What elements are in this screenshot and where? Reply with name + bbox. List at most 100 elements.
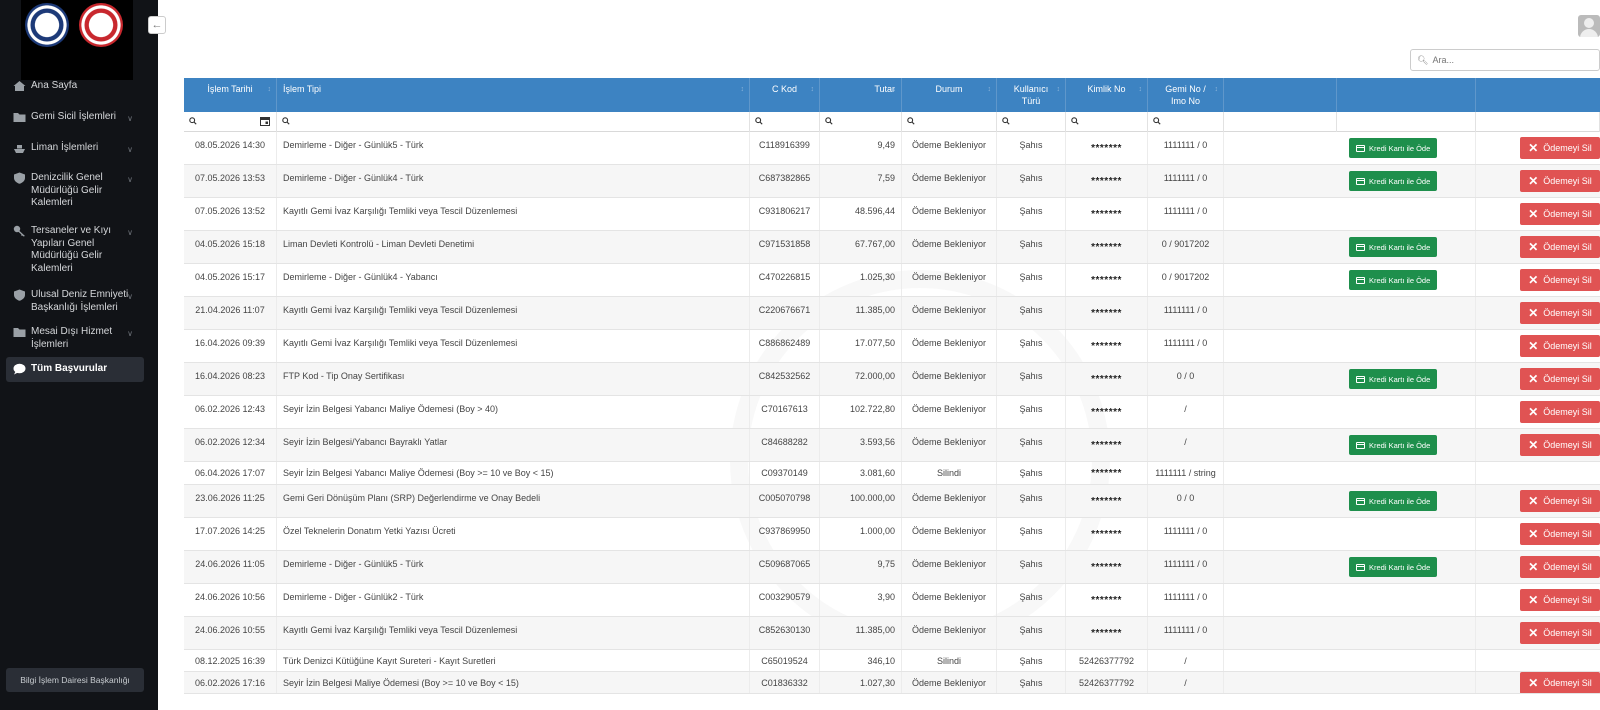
- column-header-6[interactable]: Kullanıcı Türü ↕: [997, 78, 1066, 112]
- sidebar-item-3[interactable]: Liman İşlemleri ∨: [0, 142, 158, 155]
- table-row[interactable]: 07.05.2026 13:52 Kayıtlı Gemi İvaz Karşıl…: [184, 198, 1600, 231]
- delete-payment-button[interactable]: ✕ Ödemeyi Sil: [1520, 622, 1600, 644]
- sort-icon[interactable]: ↕: [741, 84, 745, 96]
- filter-cell[interactable]: [1066, 112, 1148, 132]
- pay-by-card-button[interactable]: Kredi Kartı ile Öde: [1349, 171, 1438, 191]
- table-row[interactable]: 16.04.2026 09:39 Kayıtlı Gemi İvaz Karşıl…: [184, 330, 1600, 363]
- cell-gemi: 1111111 / 0: [1148, 297, 1224, 329]
- cell-date: 08.05.2026 14:30: [184, 132, 277, 164]
- pay-by-card-button[interactable]: Kredi Kartı ile Öde: [1349, 435, 1438, 455]
- column-header-7[interactable]: Kimlik No ↕: [1066, 78, 1148, 112]
- cell-gemi-value: 1111111 / 0: [1163, 305, 1208, 315]
- delete-payment-button[interactable]: ✕ Ödemeyi Sil: [1520, 203, 1600, 225]
- sidebar-item-2[interactable]: Gemi Sicil İşlemleri ∨: [0, 111, 158, 124]
- filter-cell[interactable]: [820, 112, 902, 132]
- search-input[interactable]: [1432, 55, 1593, 65]
- delete-payment-button[interactable]: ✕ Ödemeyi Sil: [1520, 335, 1600, 357]
- pay-by-card-button[interactable]: Kredi Kartı ile Öde: [1349, 270, 1438, 290]
- sort-icon[interactable]: ↕: [811, 84, 815, 96]
- table-row[interactable]: 06.02.2026 12:43 Seyir İzin Belgesi Yaban…: [184, 396, 1600, 429]
- cell-delete: [1476, 650, 1600, 671]
- cell-date-value: 24.06.2026 10:56: [194, 592, 266, 602]
- sort-icon[interactable]: ↕: [1215, 84, 1219, 96]
- table-row[interactable]: 06.04.2026 17:07 Seyir İzin Belgesi Yaban…: [184, 462, 1600, 485]
- cell-durum: Ödeme Bekleniyor: [902, 551, 997, 583]
- table-row[interactable]: 04.05.2026 15:18 Liman Devleti Kontrolü -…: [184, 231, 1600, 264]
- folder-icon: [12, 326, 26, 338]
- delete-payment-button[interactable]: ✕ Ödemeyi Sil: [1520, 269, 1600, 291]
- pay-by-card-button[interactable]: Kredi Kartı ile Öde: [1349, 369, 1438, 389]
- collapse-sidebar-button[interactable]: ←: [148, 16, 166, 34]
- table-row[interactable]: 08.12.2025 16:39 Türk Denizci Kütüğüne Ka…: [184, 650, 1600, 672]
- delete-payment-button[interactable]: ✕ Ödemeyi Sil: [1520, 236, 1600, 258]
- cell-gemi: 1111111 / 0: [1148, 551, 1224, 583]
- table-row[interactable]: 04.05.2026 15:17 Demirleme - Diğer - Günl…: [184, 264, 1600, 297]
- table-row[interactable]: 08.05.2026 14:30 Demirleme - Diğer - Günl…: [184, 132, 1600, 165]
- filter-cell[interactable]: [902, 112, 997, 132]
- column-header-8[interactable]: Gemi No / Imo No ↕: [1148, 78, 1224, 112]
- sidebar-item-5[interactable]: Tersaneler ve Kıyı Yapıları Genel Müdürl…: [0, 225, 158, 275]
- cell-kullanici-value: Şahıs: [1019, 526, 1043, 536]
- sort-icon[interactable]: ↕: [1139, 84, 1143, 96]
- pay-by-card-button[interactable]: Kredi Kartı ile Öde: [1349, 557, 1438, 577]
- calendar-icon[interactable]: [260, 116, 270, 128]
- cell-kullanici: Şahıs: [997, 330, 1066, 362]
- table-row[interactable]: 24.06.2026 10:56 Demirleme - Diğer - Günl…: [184, 584, 1600, 617]
- sidebar-item-7[interactable]: Mesai Dışı Hizmet İşlemleri ∨: [0, 326, 158, 351]
- delete-payment-button[interactable]: ✕ Ödemeyi Sil: [1520, 589, 1600, 611]
- table-row[interactable]: 24.06.2026 10:55 Kayıtlı Gemi İvaz Karşıl…: [184, 617, 1600, 650]
- cell-kullanici-value: Şahıs: [1019, 559, 1043, 569]
- column-header-2[interactable]: İşlem Tipi ↕: [277, 78, 750, 112]
- delete-payment-button[interactable]: ✕ Ödemeyi Sil: [1520, 490, 1600, 512]
- user-avatar[interactable]: [1578, 15, 1600, 37]
- table-row[interactable]: 06.02.2026 17:16 Seyir İzin Belgesi Maliy…: [184, 672, 1600, 694]
- column-header-3[interactable]: C Kod ↕: [750, 78, 820, 112]
- delete-payment-button[interactable]: ✕ Ödemeyi Sil: [1520, 401, 1600, 423]
- sidebar-item-8[interactable]: Tüm Başvurular: [6, 357, 144, 382]
- search-box[interactable]: 🔍︎: [1410, 49, 1600, 71]
- table-row[interactable]: 21.04.2026 11:07 Kayıtlı Gemi İvaz Karşıl…: [184, 297, 1600, 330]
- close-icon: ✕: [1528, 527, 1539, 541]
- delete-payment-button[interactable]: ✕ Ödemeyi Sil: [1520, 434, 1600, 456]
- filter-cell[interactable]: [997, 112, 1066, 132]
- column-header-9[interactable]: [1224, 78, 1337, 112]
- table-row[interactable]: 24.06.2026 11:05 Demirleme - Diğer - Günl…: [184, 551, 1600, 584]
- delete-payment-button[interactable]: ✕ Ödemeyi Sil: [1520, 302, 1600, 324]
- filter-cell[interactable]: [750, 112, 820, 132]
- sort-icon[interactable]: ↕: [988, 84, 992, 96]
- pay-by-card-button[interactable]: Kredi Kartı ile Öde: [1349, 491, 1438, 511]
- column-header-10[interactable]: [1337, 78, 1476, 112]
- delete-payment-button[interactable]: ✕ Ödemeyi Sil: [1520, 672, 1600, 693]
- sidebar-item-4[interactable]: Denizcilik Genel Müdürlüğü Gelir Kalemle…: [0, 172, 158, 210]
- table-row[interactable]: 06.02.2026 12:34 Seyir İzin Belgesi/Yaban…: [184, 429, 1600, 462]
- table-row[interactable]: 17.07.2026 14:25 Özel Teknelerin Donatım …: [184, 518, 1600, 551]
- table-row[interactable]: 07.05.2026 13:53 Demirleme - Diğer - Günl…: [184, 165, 1600, 198]
- delete-payment-button[interactable]: ✕ Ödemeyi Sil: [1520, 368, 1600, 390]
- cell-kullanici-value: Şahıs: [1019, 272, 1043, 282]
- filter-cell[interactable]: [1148, 112, 1224, 132]
- column-header-1[interactable]: İşlem Tarihi ↕: [184, 78, 277, 112]
- filter-cell[interactable]: [277, 112, 750, 132]
- credit-card-icon: [1356, 497, 1365, 505]
- sidebar-item-6[interactable]: Ulusal Deniz Emniyeti Başkanlığı İşlemle…: [0, 289, 158, 314]
- cell-ckod: C005070798: [750, 485, 820, 517]
- cell-kullanici: Şahıs: [997, 363, 1066, 395]
- filter-cell[interactable]: [184, 112, 277, 132]
- cell-kimlik-value: *******: [1091, 340, 1122, 352]
- table-row[interactable]: 16.04.2026 08:23 FTP Kod - Tip Onay Serti…: [184, 363, 1600, 396]
- sort-icon[interactable]: ↕: [893, 84, 897, 96]
- cell-kullanici-value: Şahıs: [1019, 437, 1043, 447]
- delete-payment-button[interactable]: ✕ Ödemeyi Sil: [1520, 170, 1600, 192]
- delete-payment-button[interactable]: ✕ Ödemeyi Sil: [1520, 556, 1600, 578]
- sort-icon[interactable]: ↕: [1057, 84, 1061, 96]
- footer-button[interactable]: Bilgi İşlem Dairesi Başkanlığı: [6, 668, 144, 692]
- delete-payment-button[interactable]: ✕ Ödemeyi Sil: [1520, 137, 1600, 159]
- column-header-4[interactable]: Tutar ↕: [820, 78, 902, 112]
- pay-by-card-button[interactable]: Kredi Kartı ile Öde: [1349, 138, 1438, 158]
- sort-icon[interactable]: ↕: [268, 84, 272, 96]
- delete-payment-button[interactable]: ✕ Ödemeyi Sil: [1520, 523, 1600, 545]
- column-header-5[interactable]: Durum ↕: [902, 78, 997, 112]
- pay-by-card-button[interactable]: Kredi Kartı ile Öde: [1349, 237, 1438, 257]
- table-row[interactable]: 23.06.2026 11:25 Gemi Geri Dönüşüm Planı …: [184, 485, 1600, 518]
- sidebar-item-1[interactable]: Ana Sayfa: [0, 80, 158, 93]
